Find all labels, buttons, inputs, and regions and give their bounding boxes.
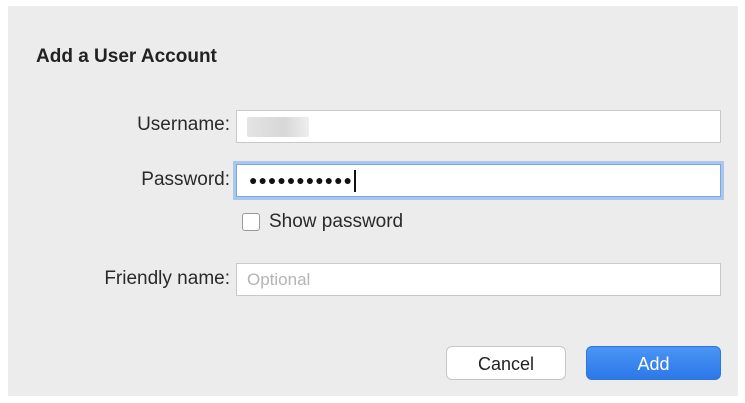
show-password-row[interactable]: Show password: [242, 211, 403, 233]
dialog-title: Add a User Account: [36, 46, 217, 67]
add-button[interactable]: Add: [586, 346, 721, 380]
add-user-dialog: Add a User Account Username: Password: ●…: [8, 6, 738, 396]
text-caret: [354, 170, 357, 193]
username-field[interactable]: [236, 110, 721, 143]
cancel-button[interactable]: Cancel: [446, 346, 566, 380]
friendly-name-label: Friendly name:: [104, 268, 230, 289]
username-label: Username:: [137, 114, 230, 135]
friendly-name-placeholder: Optional: [247, 270, 311, 289]
friendly-name-field[interactable]: Optional: [236, 263, 721, 296]
show-password-checkbox[interactable]: [242, 213, 260, 231]
password-field[interactable]: ●●●●●●●●●●●: [236, 164, 721, 197]
password-masked-value: ●●●●●●●●●●●: [249, 165, 357, 196]
password-label: Password:: [141, 169, 230, 190]
username-redacted-value: [247, 117, 309, 137]
show-password-label[interactable]: Show password: [269, 211, 403, 233]
